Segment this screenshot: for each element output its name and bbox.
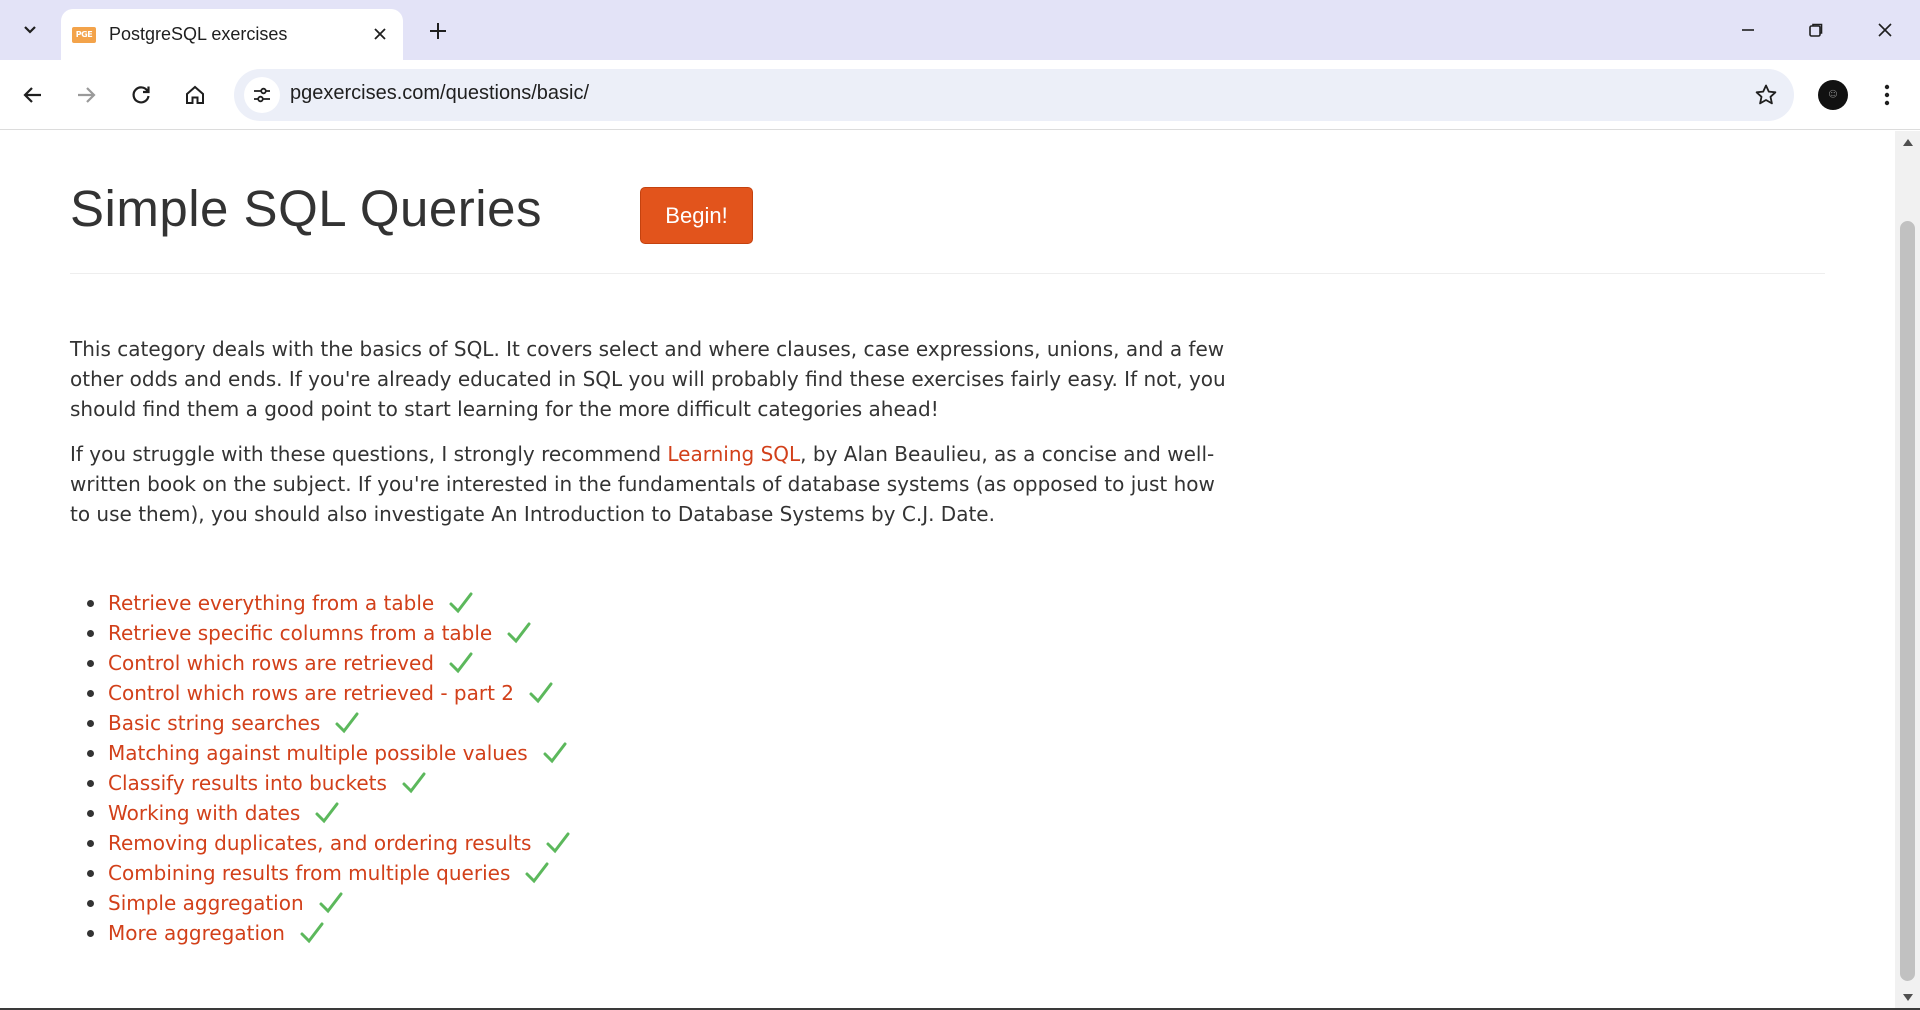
question-list-item: Combining results from multiple queries <box>70 858 571 888</box>
checkmark-icon <box>507 622 531 644</box>
question-list: Retrieve everything from a table Retrieve… <box>70 588 571 948</box>
minimize-icon <box>1742 29 1754 31</box>
question-list-item: Classify results into buckets <box>70 768 571 798</box>
tab-search-button[interactable] <box>10 10 50 50</box>
question-list-item: Working with dates <box>70 798 571 828</box>
page-header: Simple SQL Queries <box>70 179 542 238</box>
header-divider <box>70 273 1825 274</box>
page-title: Simple SQL Queries <box>70 180 542 237</box>
bullet-icon <box>87 779 94 787</box>
plus-icon <box>430 23 446 39</box>
browser-menu-button[interactable] <box>1872 73 1902 117</box>
browser-toolbar: pgexercises.com/questions/basic/ ☺ <box>0 60 1920 130</box>
intro-paragraph: This category deals with the basics of S… <box>70 337 1226 421</box>
bullet-icon <box>87 899 94 907</box>
question-list-item: Removing duplicates, and ordering result… <box>70 828 571 858</box>
home-button[interactable] <box>173 73 217 117</box>
browser-tab[interactable]: PGE PostgreSQL exercises <box>61 9 403 60</box>
page-scrollbar[interactable] <box>1895 131 1920 1008</box>
checkmark-icon <box>546 832 570 854</box>
tune-icon <box>254 87 270 103</box>
scroll-up-button[interactable] <box>1895 131 1920 153</box>
tab-title: PostgreSQL exercises <box>109 24 288 44</box>
question-link[interactable]: Simple aggregation <box>108 891 304 915</box>
checkmark-icon <box>300 922 324 944</box>
bullet-icon <box>87 719 94 727</box>
checkmark-icon <box>525 862 549 884</box>
bullet-icon <box>87 929 94 937</box>
checkmark-icon <box>315 802 339 824</box>
question-link[interactable]: Removing duplicates, and ordering result… <box>108 831 531 855</box>
bullet-icon <box>87 659 94 667</box>
star-icon <box>1755 84 1777 105</box>
reload-button[interactable] <box>119 73 163 117</box>
new-tab-button[interactable] <box>418 13 458 49</box>
restore-icon <box>1809 23 1823 37</box>
forward-button[interactable] <box>64 73 108 117</box>
checkmark-icon <box>449 652 473 674</box>
scroll-down-button[interactable] <box>1895 986 1920 1008</box>
question-list-item: Matching against multiple possible value… <box>70 738 571 768</box>
question-list-item: More aggregation <box>70 918 571 948</box>
checkmark-icon <box>402 772 426 794</box>
restore-button[interactable] <box>1790 8 1842 52</box>
question-list-item: Retrieve specific columns from a table <box>70 618 571 648</box>
bullet-icon <box>87 839 94 847</box>
address-bar[interactable]: pgexercises.com/questions/basic/ <box>234 69 1794 121</box>
bullet-icon <box>87 599 94 607</box>
bullet-icon <box>87 629 94 637</box>
question-list-item: Retrieve everything from a table <box>70 588 571 618</box>
url-text[interactable]: pgexercises.com/questions/basic/ <box>290 82 589 105</box>
question-list-item: Control which rows are retrieved - part … <box>70 678 571 708</box>
question-link[interactable]: Control which rows are retrieved - part … <box>108 681 514 705</box>
checkmark-icon <box>543 742 567 764</box>
close-window-button[interactable] <box>1859 8 1911 52</box>
minimize-button[interactable] <box>1722 8 1774 52</box>
arrow-left-icon <box>23 87 41 103</box>
question-link[interactable]: Retrieve specific columns from a table <box>108 621 492 645</box>
question-list-item: Simple aggregation <box>70 888 571 918</box>
reload-icon <box>132 86 150 104</box>
checkmark-icon <box>335 712 359 734</box>
arrow-right-icon <box>78 87 96 103</box>
question-link[interactable]: Matching against multiple possible value… <box>108 741 528 765</box>
checkmark-icon <box>529 682 553 704</box>
bookmark-button[interactable] <box>1748 77 1784 113</box>
checkmark-icon <box>319 892 343 914</box>
scroll-thumb[interactable] <box>1900 221 1915 981</box>
more-vertical-icon <box>1884 84 1890 106</box>
tab-strip: PGE PostgreSQL exercises <box>0 0 1920 60</box>
triangle-up-icon <box>1902 138 1913 146</box>
learning-sql-link[interactable]: Learning SQL <box>667 442 800 466</box>
chevron-down-icon <box>24 26 36 34</box>
bullet-icon <box>87 869 94 877</box>
triangle-down-icon <box>1902 993 1913 1001</box>
bullet-icon <box>87 689 94 697</box>
question-link[interactable]: More aggregation <box>108 921 285 945</box>
question-link[interactable]: Retrieve everything from a table <box>108 591 434 615</box>
site-info-button[interactable] <box>244 77 280 113</box>
bullet-icon <box>87 809 94 817</box>
back-button[interactable] <box>11 73 55 117</box>
question-link[interactable]: Combining results from multiple queries <box>108 861 510 885</box>
favicon-icon: PGE <box>72 26 96 43</box>
home-icon <box>186 85 204 104</box>
recommendation-text-start: If you struggle with these questions, I … <box>70 442 668 466</box>
question-link[interactable]: Basic string searches <box>108 711 320 735</box>
checkmark-icon <box>449 592 473 614</box>
question-link[interactable]: Working with dates <box>108 801 300 825</box>
bullet-icon <box>87 749 94 757</box>
question-list-item: Control which rows are retrieved <box>70 648 571 678</box>
close-icon <box>1878 23 1892 37</box>
question-link[interactable]: Control which rows are retrieved <box>108 651 434 675</box>
begin-button[interactable]: Begin! <box>640 187 753 244</box>
close-icon <box>374 28 386 40</box>
close-tab-button[interactable] <box>367 21 393 47</box>
profile-avatar[interactable]: ☺ <box>1818 80 1848 110</box>
avatar-icon: ☺ <box>1828 90 1838 100</box>
question-list-item: Basic string searches <box>70 708 571 738</box>
recommendation-paragraph: If you struggle with these questions, I … <box>70 439 1230 529</box>
question-link[interactable]: Classify results into buckets <box>108 771 387 795</box>
page-viewport: Simple SQL Queries Begin! This category … <box>0 131 1895 1008</box>
